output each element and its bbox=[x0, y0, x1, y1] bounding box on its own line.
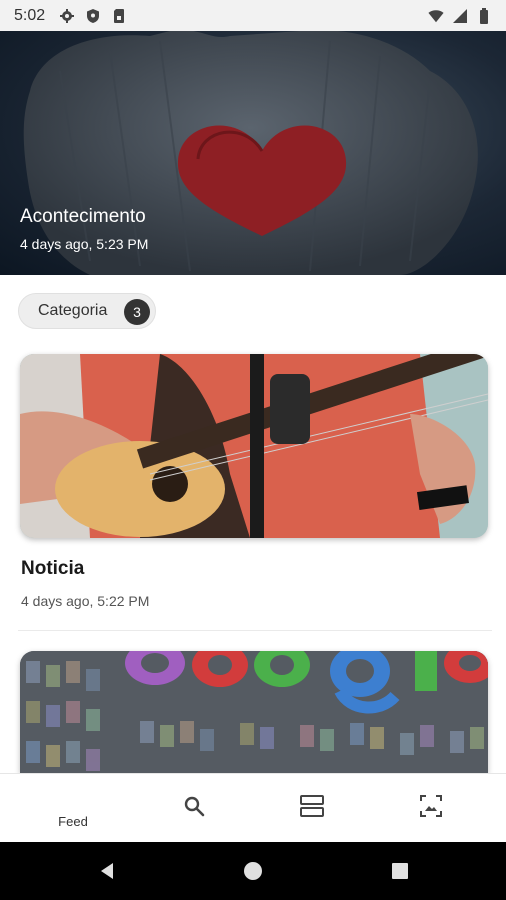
view-agenda-icon bbox=[299, 794, 325, 823]
system-navigation-bar bbox=[0, 842, 506, 900]
home-icon[interactable] bbox=[243, 861, 263, 881]
hero-timestamp: 4 days ago, 5:23 PM bbox=[20, 236, 149, 252]
photo-frame-icon bbox=[418, 793, 444, 824]
sim-card-icon bbox=[111, 8, 127, 24]
nav-search[interactable] bbox=[131, 774, 257, 843]
category-chip[interactable]: Categoria 3 bbox=[18, 293, 156, 329]
status-bar: 5:02 bbox=[0, 0, 506, 31]
search-icon bbox=[182, 794, 206, 823]
feed-card-image[interactable] bbox=[20, 354, 488, 538]
feed-card-image[interactable] bbox=[20, 651, 488, 773]
shield-icon bbox=[85, 8, 101, 24]
battery-icon bbox=[476, 7, 492, 24]
guitar-player-image bbox=[20, 354, 488, 538]
hero-title: Acontecimento bbox=[20, 206, 146, 227]
google-logo-collage-image bbox=[20, 651, 488, 773]
feed-divider bbox=[18, 630, 492, 631]
nav-view-agenda[interactable] bbox=[249, 774, 375, 843]
category-count-badge: 3 bbox=[124, 299, 150, 325]
category-chip-label: Categoria bbox=[38, 302, 108, 319]
feed-card-timestamp: 4 days ago, 5:22 PM bbox=[21, 593, 150, 609]
signal-icon bbox=[452, 8, 468, 24]
nav-gallery[interactable] bbox=[368, 774, 494, 843]
wifi-icon bbox=[428, 8, 444, 24]
feed-card-title[interactable]: Noticia bbox=[21, 558, 84, 580]
bottom-navigation: Feed bbox=[0, 773, 506, 842]
recents-icon[interactable] bbox=[390, 861, 410, 881]
nav-feed[interactable]: Feed bbox=[10, 774, 136, 843]
nav-feed-label: Feed bbox=[58, 814, 88, 829]
settings-icon bbox=[59, 8, 75, 24]
hero-banner[interactable]: Acontecimento 4 days ago, 5:23 PM bbox=[0, 31, 506, 275]
back-icon[interactable] bbox=[97, 861, 117, 881]
status-time: 5:02 bbox=[14, 6, 46, 24]
